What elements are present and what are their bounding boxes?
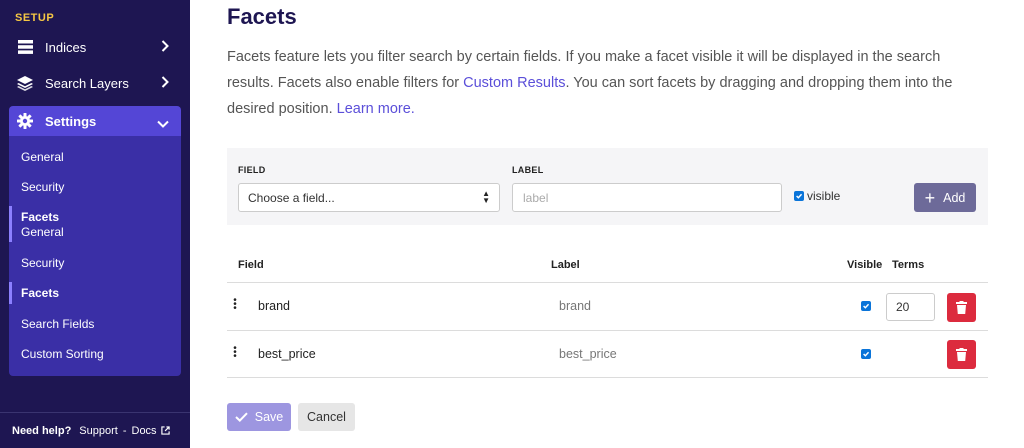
- indices-icon: [17, 39, 33, 55]
- support-link[interactable]: Support: [79, 425, 118, 437]
- delete-button[interactable]: [947, 293, 976, 322]
- facet-label: brand: [559, 299, 591, 313]
- chevron-down-icon: [157, 116, 169, 131]
- submenu-item-facets[interactable]: Facets: [21, 210, 59, 224]
- page-title: Facets: [227, 4, 297, 29]
- facet-label: best_price: [559, 347, 617, 361]
- add-button-label: Add: [943, 190, 966, 205]
- visible-checkbox[interactable]: [794, 191, 804, 201]
- sidebar-item-indices[interactable]: Indices: [9, 32, 181, 62]
- field-label: FIELD: [238, 165, 266, 175]
- drag-handle-icon[interactable]: • • •: [233, 344, 237, 362]
- submenu-item-custom-sorting[interactable]: Custom Sorting: [21, 347, 104, 361]
- trash-icon: [956, 301, 967, 314]
- trash-icon: [956, 348, 967, 361]
- divider: [227, 377, 988, 378]
- checkmark-icon: [796, 193, 803, 199]
- add-facet-form: FIELD Choose a field... ▲▼ LABEL visible…: [227, 148, 988, 225]
- learn-more-link[interactable]: Learn more.: [337, 101, 415, 117]
- drag-handle-icon[interactable]: • • •: [233, 296, 237, 314]
- sidebar: SETUP Indices Search Layers Settings Gen…: [0, 0, 190, 448]
- help-label: Need help?: [12, 424, 72, 437]
- facet-field: best_price: [258, 347, 316, 361]
- submenu-item-security[interactable]: Security: [21, 256, 64, 270]
- column-header-field: Field: [238, 259, 264, 271]
- visible-label: visible: [807, 189, 841, 203]
- submenu-item-security[interactable]: Security: [21, 180, 64, 194]
- label-input[interactable]: [512, 183, 782, 212]
- select-arrows-icon: ▲ ▼: [482, 189, 490, 205]
- active-indicator: [9, 206, 12, 242]
- field-select-value: Choose a field...: [248, 190, 335, 205]
- save-button-label: Save: [254, 410, 284, 424]
- separator: -: [122, 424, 127, 437]
- save-button[interactable]: Save: [227, 403, 291, 431]
- submenu-item-facets[interactable]: Facets: [21, 286, 59, 300]
- help-bar: Need help? Support - Docs: [0, 412, 190, 448]
- sidebar-item-search-layers[interactable]: Search Layers: [9, 68, 181, 98]
- field-select[interactable]: Choose a field... ▲ ▼: [238, 183, 500, 212]
- column-header-terms: Terms: [892, 259, 925, 271]
- section-label: SETUP: [15, 12, 55, 24]
- docs-link[interactable]: Docs: [132, 425, 157, 437]
- active-indicator: [9, 282, 12, 304]
- cancel-button[interactable]: Cancel: [298, 403, 355, 431]
- sidebar-item-label: Search Layers: [45, 75, 129, 91]
- gear-icon: [17, 113, 33, 129]
- facet-visible-checkbox[interactable]: [861, 349, 871, 359]
- column-header-visible: Visible: [847, 259, 883, 271]
- column-header-label: Label: [551, 259, 580, 271]
- external-link-icon: [160, 426, 170, 435]
- chevron-right-icon: [161, 76, 169, 91]
- sidebar-item-label: Settings: [45, 113, 97, 129]
- submenu-item-general[interactable]: General: [21, 150, 64, 164]
- facet-visible-checkbox[interactable]: [861, 301, 871, 311]
- submenu-item-search-fields[interactable]: Search Fields: [21, 317, 94, 331]
- add-button[interactable]: + Add: [914, 183, 976, 212]
- divider: [227, 282, 988, 283]
- submenu-item-general[interactable]: General: [21, 225, 64, 239]
- custom-results-link[interactable]: Custom Results: [463, 75, 565, 91]
- facet-field: brand: [258, 299, 290, 313]
- label-label: LABEL: [512, 165, 544, 175]
- page-description: Facets feature lets you filter search by…: [227, 44, 987, 122]
- check-icon: [235, 412, 248, 422]
- divider: [227, 330, 988, 331]
- checkmark-icon: [863, 303, 870, 309]
- delete-button[interactable]: [947, 340, 976, 369]
- settings-submenu: General Security Facets General Security…: [9, 136, 181, 376]
- sidebar-item-settings[interactable]: Settings: [9, 106, 181, 136]
- plus-icon: +: [924, 187, 936, 208]
- chevron-right-icon: [161, 40, 169, 55]
- checkmark-icon: [863, 351, 870, 357]
- layers-icon: [17, 75, 33, 91]
- terms-input[interactable]: [886, 293, 935, 321]
- sidebar-item-label: Indices: [45, 39, 87, 55]
